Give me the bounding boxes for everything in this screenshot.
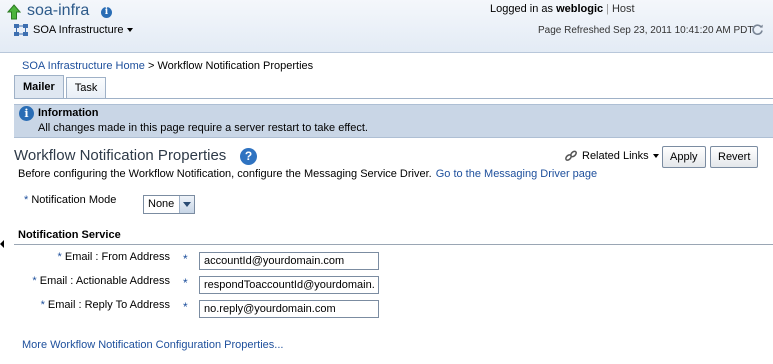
separator: | xyxy=(606,3,609,15)
login-info: Logged in as weblogic | Host xyxy=(490,3,635,15)
apply-button[interactable]: Apply xyxy=(662,146,706,168)
info-icon[interactable]: i xyxy=(101,7,112,18)
collapse-pane-handle[interactable] xyxy=(0,240,4,248)
target-menu-label: SOA Infrastructure xyxy=(33,24,124,36)
required-marker: * xyxy=(183,252,188,266)
tab-bar: Mailer Task xyxy=(14,75,108,99)
tab-mailer[interactable]: Mailer xyxy=(14,75,64,99)
required-marker: * xyxy=(40,299,45,311)
chevron-down-icon xyxy=(652,154,659,159)
refresh-icon[interactable] xyxy=(751,23,764,36)
page-title: Workflow Notification Properties xyxy=(14,147,227,164)
notification-mode-label: * Notification Mode xyxy=(24,194,116,206)
up-arrow-icon xyxy=(7,4,21,20)
reply-to-address-label: * Email : Reply To Address xyxy=(0,299,170,311)
notification-mode-text: Notification Mode xyxy=(31,194,117,206)
from-address-label: * Email : From Address xyxy=(0,251,170,263)
app-title: soa-infra xyxy=(27,2,90,19)
logged-in-prefix: Logged in as xyxy=(490,3,553,15)
page-refreshed-text: Page Refreshed Sep 23, 2011 10:41:20 AM … xyxy=(538,25,754,36)
required-marker: * xyxy=(24,194,29,206)
info-title: Information xyxy=(38,107,99,119)
from-address-input[interactable]: accountId@yourdomain.com xyxy=(199,252,379,270)
host-link[interactable]: Host xyxy=(612,3,635,15)
required-marker: * xyxy=(183,276,188,290)
reply-to-address-input[interactable]: no.reply@yourdomain.com xyxy=(199,300,379,318)
required-marker: * xyxy=(183,300,188,314)
reply-to-address-text: Email : Reply To Address xyxy=(47,299,170,311)
required-marker: * xyxy=(32,275,37,287)
section-title: Notification Service xyxy=(18,229,121,241)
tab-divider xyxy=(14,98,773,99)
more-properties-link[interactable]: More Workflow Notification Configuration… xyxy=(22,339,283,351)
help-icon[interactable]: ? xyxy=(240,148,257,165)
section-divider xyxy=(14,244,773,245)
messaging-driver-link[interactable]: Go to the Messaging Driver page xyxy=(436,168,597,180)
required-marker: * xyxy=(57,251,62,263)
actionable-address-input[interactable]: respondToaccountId@yourdomain. xyxy=(199,276,379,294)
breadcrumb-separator: > xyxy=(147,60,155,72)
username[interactable]: weblogic xyxy=(556,3,603,15)
actionable-address-text: Email : Actionable Address xyxy=(39,275,170,287)
related-links-menu[interactable]: Related Links xyxy=(582,150,659,162)
target-menu[interactable]: SOA Infrastructure xyxy=(33,24,134,36)
info-message: All changes made in this page require a … xyxy=(38,122,368,134)
notification-mode-select[interactable]: None xyxy=(143,195,195,214)
actionable-address-label: * Email : Actionable Address xyxy=(0,275,170,287)
from-address-text: Email : From Address xyxy=(64,251,170,263)
dropdown-arrow-icon xyxy=(179,196,194,213)
soa-target-icon xyxy=(14,24,28,36)
tab-task[interactable]: Task xyxy=(65,77,107,99)
page-description: Before configuring the Workflow Notifica… xyxy=(18,168,597,180)
notification-mode-value: None xyxy=(148,198,175,210)
link-chain-icon xyxy=(565,150,577,161)
breadcrumb-home-link[interactable]: SOA Infrastructure Home xyxy=(22,60,145,72)
information-icon: i xyxy=(19,106,34,121)
breadcrumb: SOA Infrastructure Home > Workflow Notif… xyxy=(22,60,313,72)
description-text: Before configuring the Workflow Notifica… xyxy=(18,168,432,180)
chevron-down-icon xyxy=(127,28,134,33)
breadcrumb-current: Workflow Notification Properties xyxy=(157,60,314,72)
related-links-label: Related Links xyxy=(582,150,649,162)
revert-button[interactable]: Revert xyxy=(710,146,759,168)
